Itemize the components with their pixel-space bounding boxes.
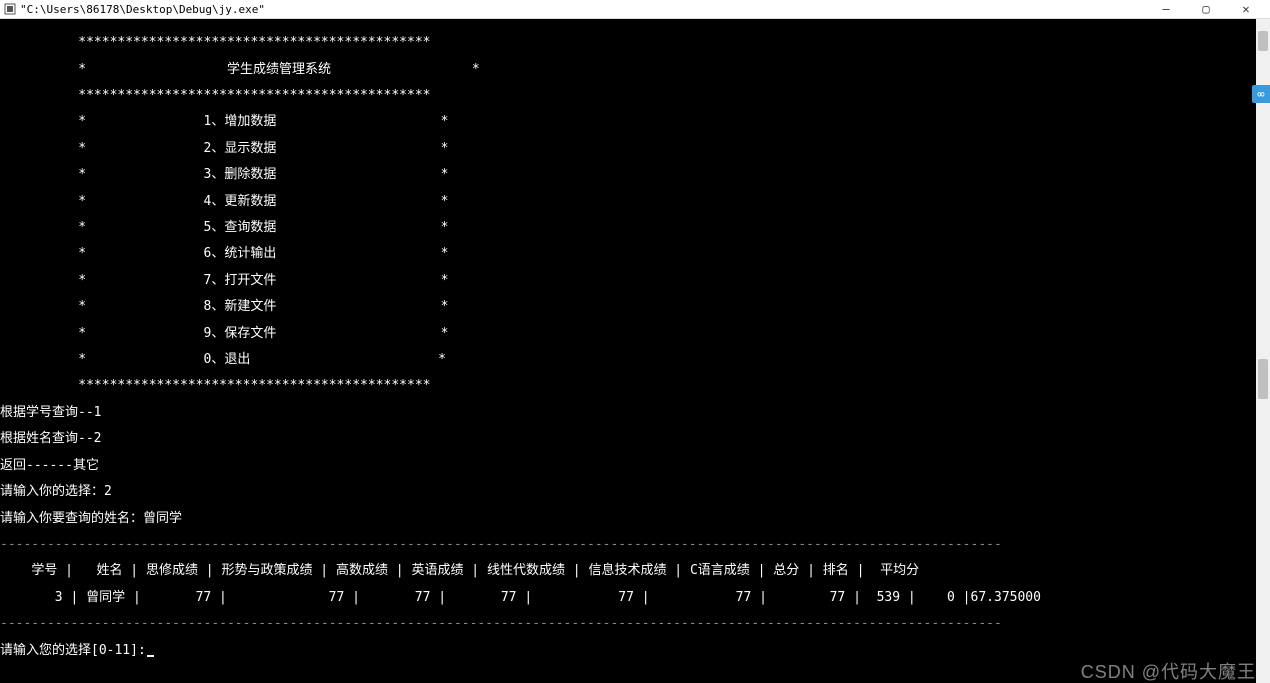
window-title: "C:\Users\86178\Desktop\Debug\jy.exe"	[20, 3, 1156, 16]
menu-border-mid: ****************************************…	[0, 89, 1270, 102]
close-button[interactable]: ✕	[1236, 1, 1256, 17]
query-by-id: 根据学号查询--1	[0, 406, 1270, 419]
minimize-button[interactable]: —	[1156, 1, 1176, 17]
cell-pingjun: 67.375000	[971, 590, 1041, 605]
scrollbar-thumb[interactable]	[1258, 359, 1268, 399]
menu-border-top: ****************************************…	[0, 36, 1270, 49]
cell-cyuyan: 77	[830, 590, 846, 605]
vertical-scrollbar[interactable]	[1256, 19, 1270, 683]
col-header: 总分	[773, 563, 799, 578]
watermark-text: CSDN @代码大魔王	[1081, 666, 1256, 679]
console-output: ****************************************…	[0, 19, 1270, 683]
col-header: 英语成绩	[411, 563, 463, 578]
col-header: 线性代数成绩	[487, 563, 565, 578]
cell-xinxi: 77	[736, 590, 752, 605]
menu-item: * 8、新建文件 *	[0, 300, 1270, 313]
table-row: 3 | 曾同学 | 77 | 77 | 77 | 77 | 77 | 77 | …	[0, 591, 1270, 604]
col-header: 高数成绩	[336, 563, 388, 578]
final-prompt-line[interactable]: 请输入您的选择[0-11]:	[0, 644, 1270, 657]
cell-xingshi: 77	[329, 590, 345, 605]
menu-item: * 2、显示数据 *	[0, 142, 1270, 155]
cell-id: 3	[55, 590, 63, 605]
menu-title: * 学生成绩管理系统 *	[0, 63, 1270, 76]
table-separator: ----------------------------------------…	[0, 617, 1270, 630]
col-header: 形势与政策成绩	[221, 563, 312, 578]
cell-paiming: 0	[947, 590, 955, 605]
side-widget-icon[interactable]: ∞	[1252, 85, 1270, 103]
cell-gaoshu: 77	[415, 590, 431, 605]
table-separator: ----------------------------------------…	[0, 538, 1270, 551]
menu-item: * 1、增加数据 *	[0, 115, 1270, 128]
query-choice: 请输入你的选择：2	[0, 485, 1270, 498]
menu-item: * 4、更新数据 *	[0, 195, 1270, 208]
menu-border-bot: ****************************************…	[0, 379, 1270, 392]
app-icon	[4, 3, 16, 15]
window-controls: — ▢ ✕	[1156, 1, 1256, 17]
query-by-name: 根据姓名查询--2	[0, 432, 1270, 445]
cell-zongfen: 539	[877, 590, 900, 605]
final-prompt-text: 请输入您的选择[0-11]:	[0, 643, 146, 658]
cell-xianxing: 77	[618, 590, 634, 605]
col-header: 信息技术成绩	[588, 563, 666, 578]
col-header: C语言成绩	[690, 563, 750, 578]
menu-item: * 9、保存文件 *	[0, 327, 1270, 340]
col-header: 思修成绩	[146, 563, 198, 578]
maximize-button[interactable]: ▢	[1196, 1, 1216, 17]
cell-name: 曾同学	[86, 590, 125, 605]
query-name-prompt: 请输入你要查询的姓名：曾同学	[0, 512, 1270, 525]
window-titlebar: "C:\Users\86178\Desktop\Debug\jy.exe" — …	[0, 0, 1270, 19]
infinity-icon: ∞	[1257, 87, 1264, 101]
menu-item: * 5、查询数据 *	[0, 221, 1270, 234]
col-header: 学号	[31, 563, 57, 578]
cell-yingyu: 77	[501, 590, 517, 605]
table-header-row: 学号 | 姓名 | 思修成绩 | 形势与政策成绩 | 高数成绩 | 英语成绩 |…	[0, 564, 1270, 577]
query-back: 返回------其它	[0, 459, 1270, 472]
menu-item: * 6、统计输出 *	[0, 247, 1270, 260]
col-header: 平均分	[880, 563, 919, 578]
cursor-icon	[147, 655, 154, 657]
menu-item: * 7、打开文件 *	[0, 274, 1270, 287]
scrollbar-thumb[interactable]	[1258, 31, 1268, 51]
col-header: 姓名	[96, 563, 122, 578]
cell-sixiu: 77	[196, 590, 212, 605]
menu-item: * 0、退出 *	[0, 353, 1270, 366]
col-header: 排名	[823, 563, 849, 578]
menu-item: * 3、删除数据 *	[0, 168, 1270, 181]
